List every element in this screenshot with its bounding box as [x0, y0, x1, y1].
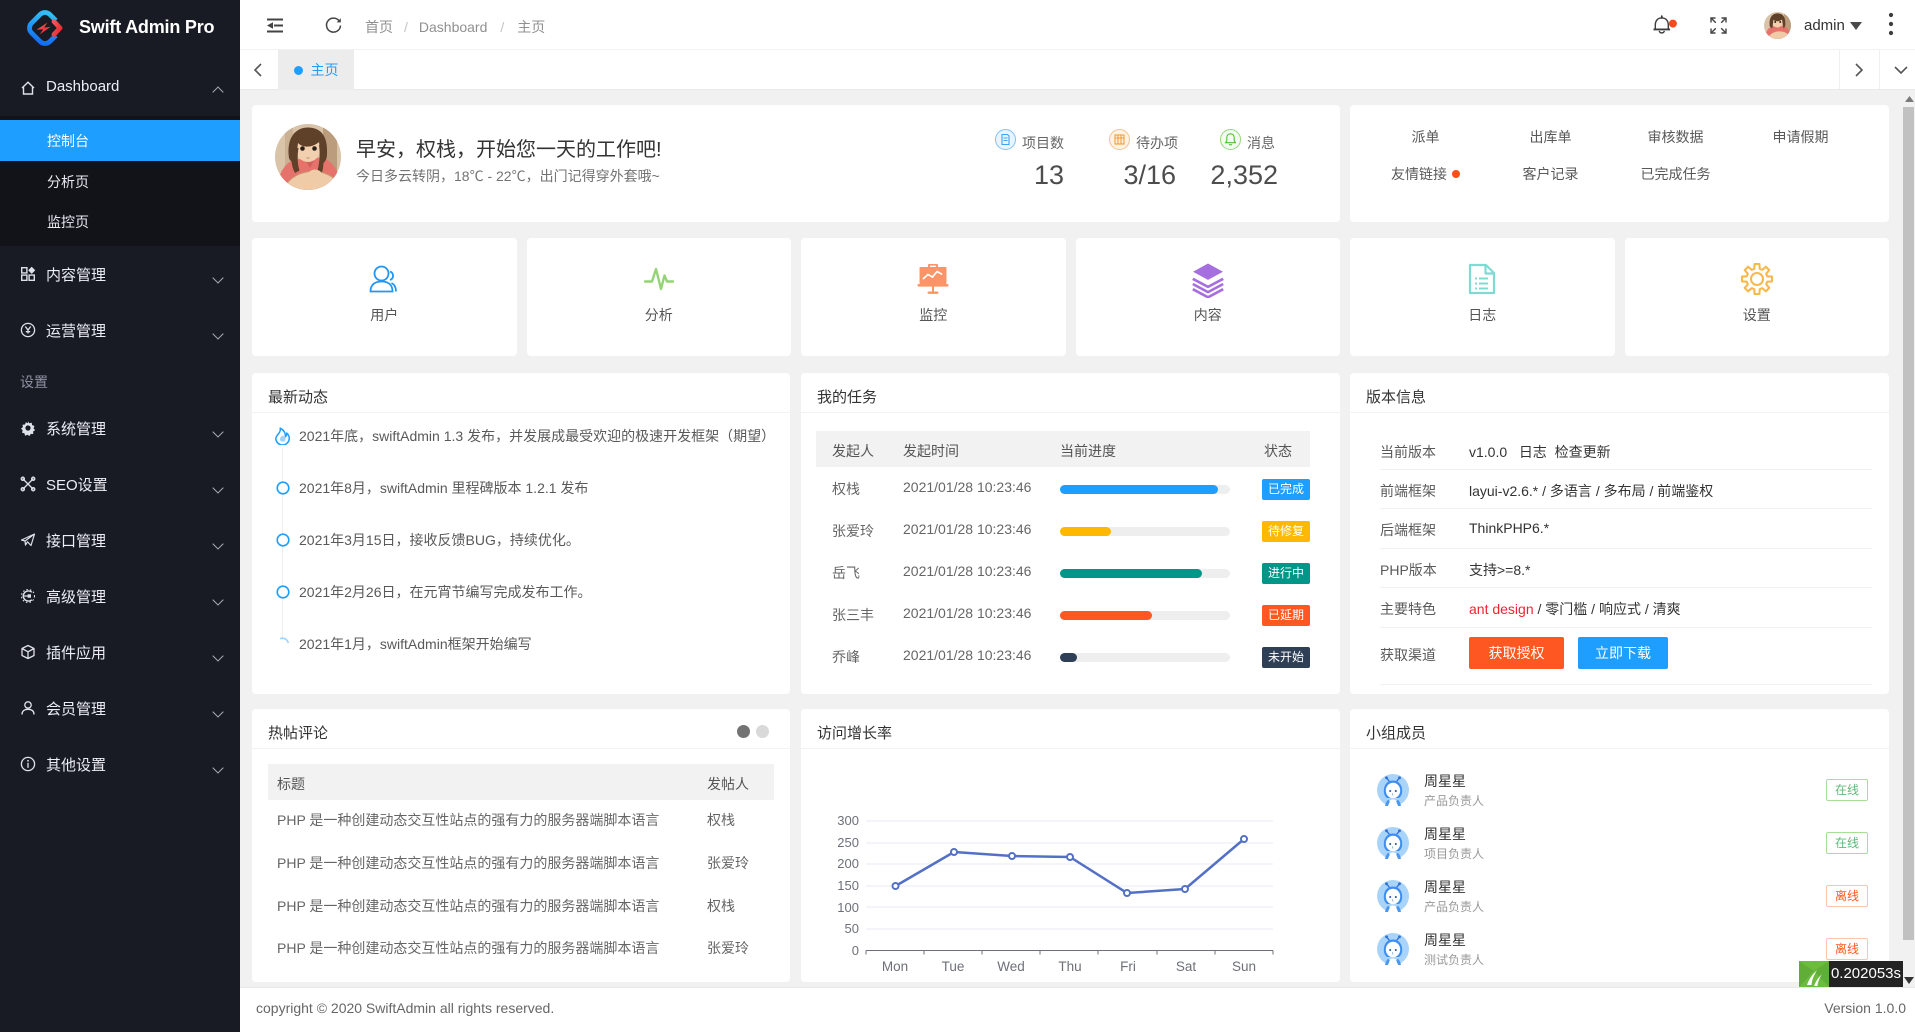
svg-text:250: 250	[837, 835, 859, 850]
svg-text:200: 200	[837, 856, 859, 871]
svg-text:0: 0	[852, 943, 859, 958]
svg-text:Sat: Sat	[1176, 959, 1197, 974]
svg-text:Wed: Wed	[997, 959, 1025, 974]
svg-text:Tue: Tue	[942, 959, 965, 974]
svg-text:150: 150	[837, 878, 859, 893]
svg-text:Mon: Mon	[882, 959, 908, 974]
svg-text:Fri: Fri	[1120, 959, 1136, 974]
svg-text:50: 50	[845, 921, 859, 936]
svg-text:Sun: Sun	[1232, 959, 1256, 974]
svg-text:100: 100	[837, 900, 859, 915]
svg-text:Thu: Thu	[1058, 959, 1081, 974]
svg-text:300: 300	[837, 813, 859, 828]
